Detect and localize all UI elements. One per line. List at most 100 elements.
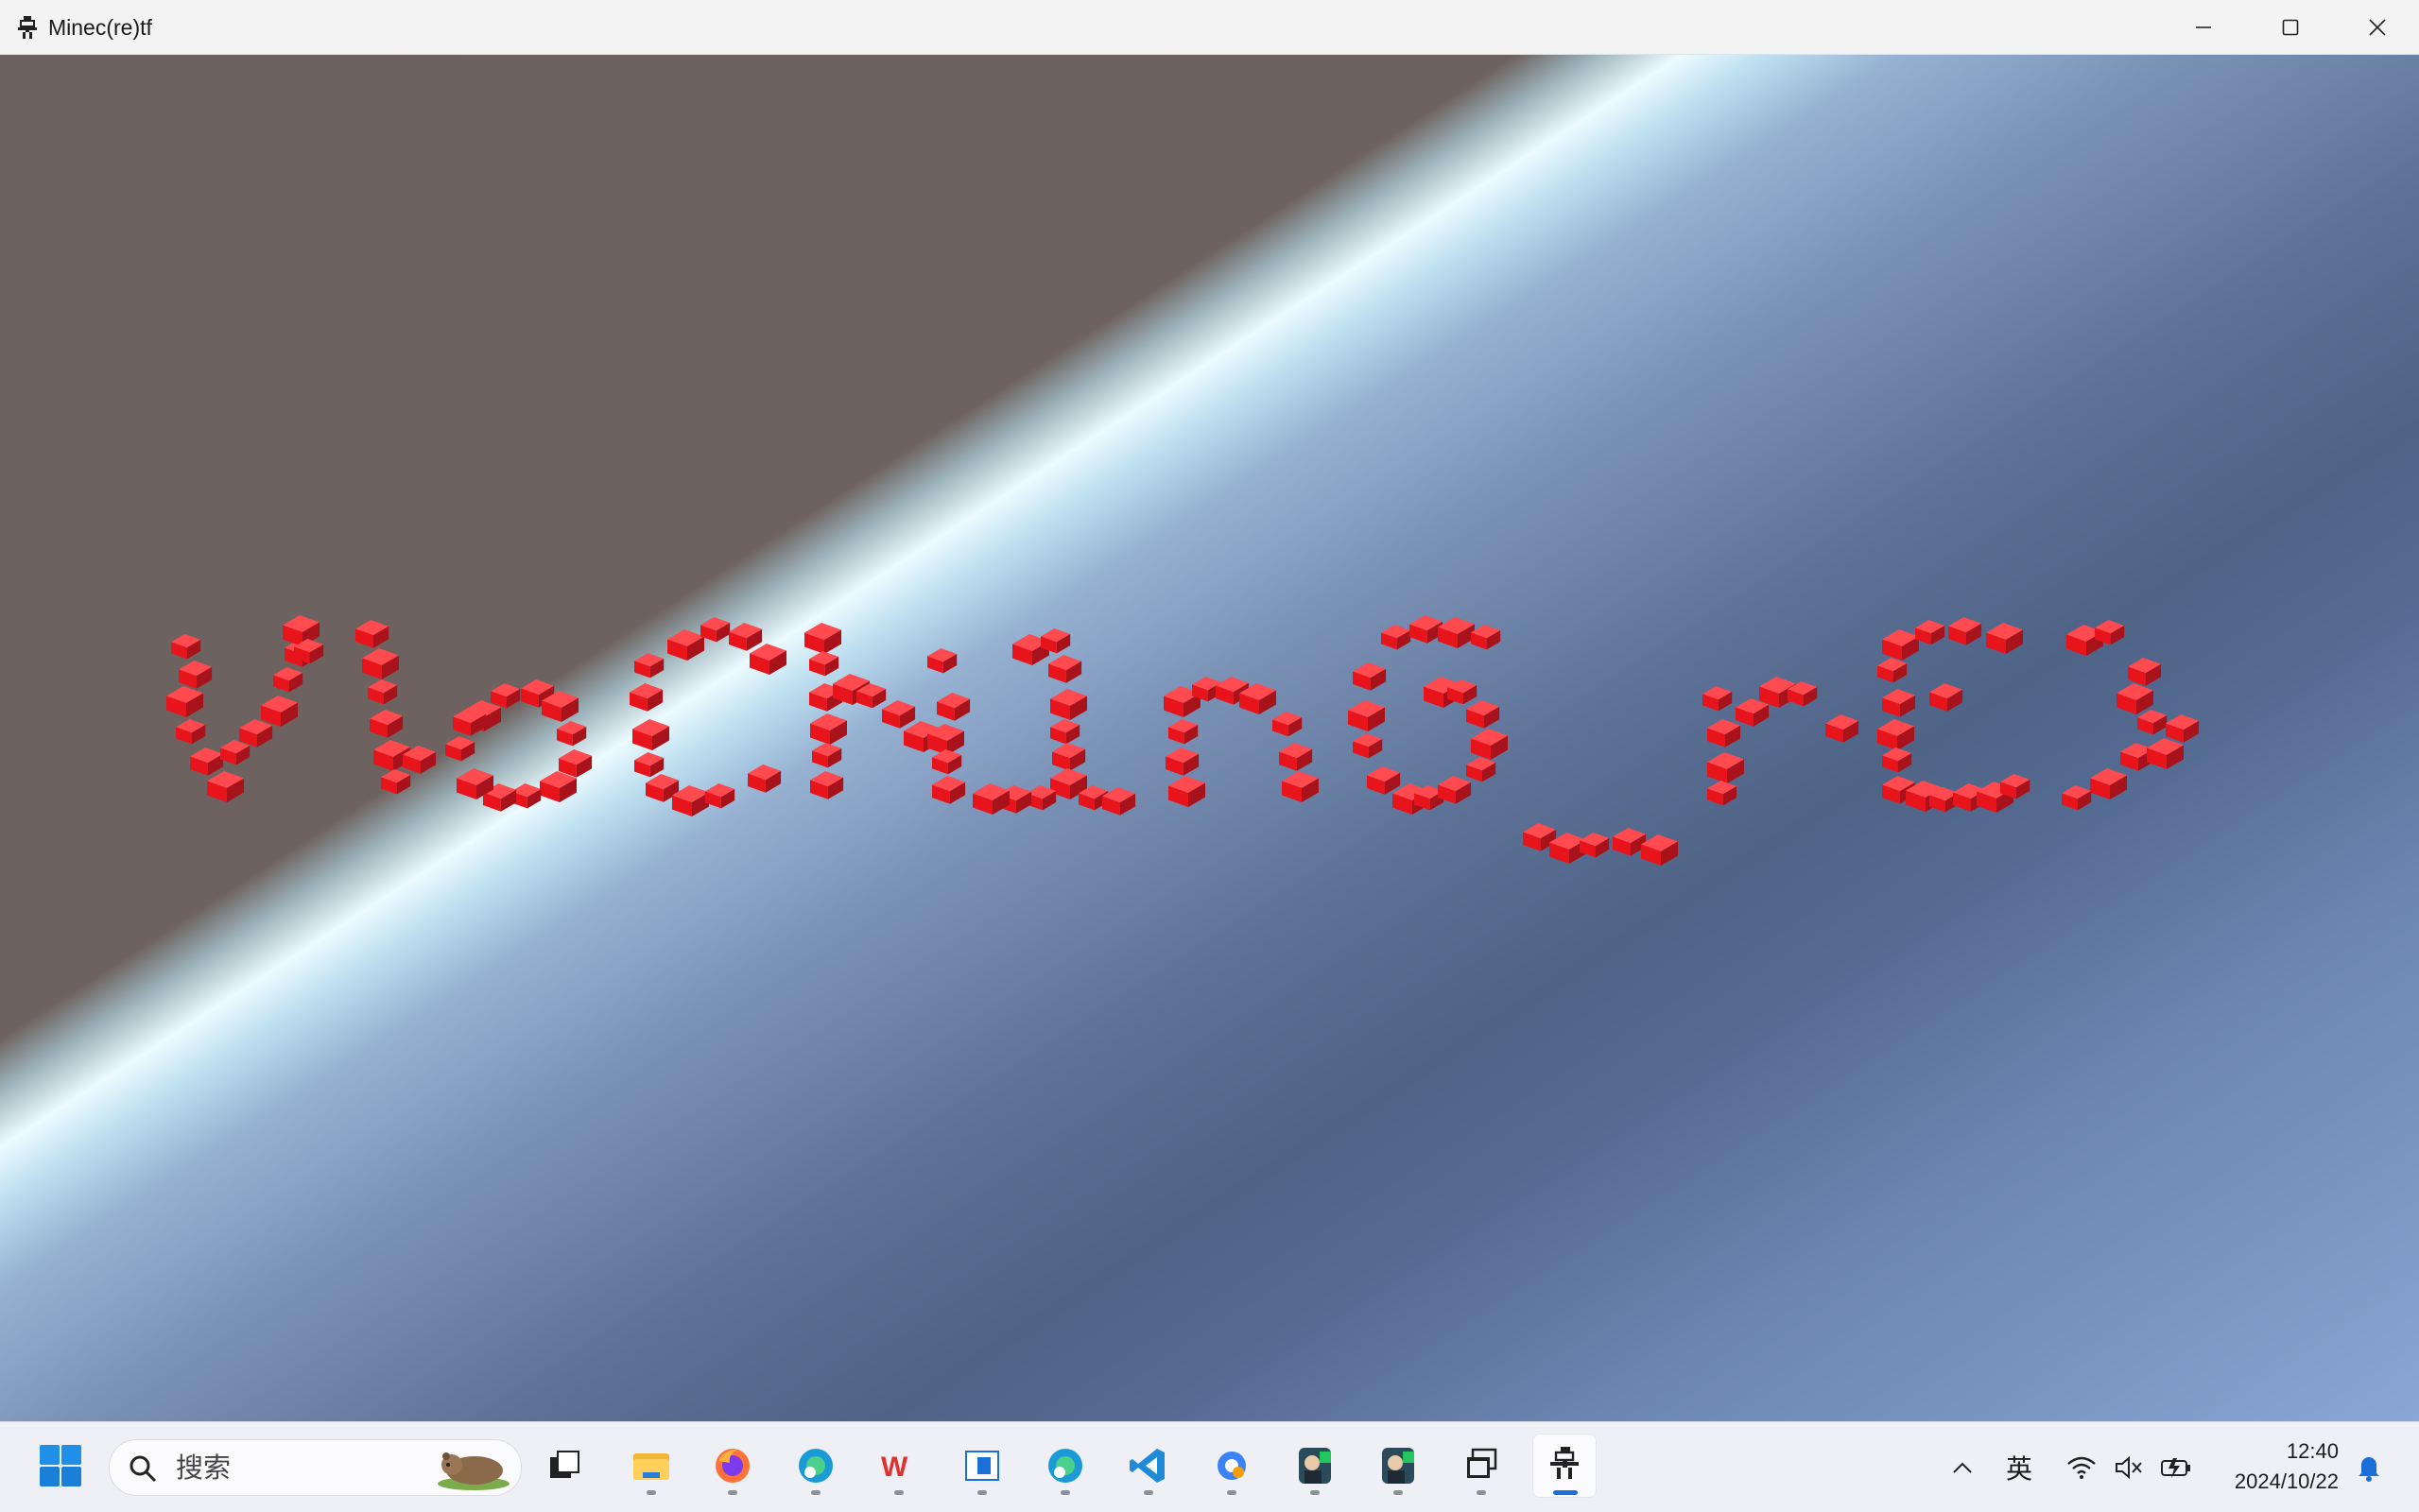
voxel-block bbox=[1882, 689, 1916, 717]
voxel-block bbox=[667, 629, 704, 661]
start-button[interactable] bbox=[28, 1434, 93, 1498]
voxel-block bbox=[1353, 662, 1387, 691]
voxel-block bbox=[171, 634, 201, 660]
close-button[interactable] bbox=[2334, 0, 2419, 54]
robot-icon bbox=[1550, 1447, 1579, 1479]
voxel-block bbox=[809, 651, 839, 677]
running-indicator bbox=[1477, 1490, 1486, 1495]
taskbar-app-app-window[interactable] bbox=[950, 1434, 1014, 1498]
voxel-block bbox=[368, 679, 398, 705]
minimize-icon bbox=[2196, 26, 2211, 28]
voxel-block bbox=[1282, 771, 1319, 802]
clock-date: 2024/10/22 bbox=[2234, 1469, 2339, 1493]
wps-icon: W bbox=[881, 1452, 908, 1483]
voxel-block bbox=[1877, 658, 1908, 683]
voxel-block bbox=[1048, 655, 1082, 683]
running-indicator bbox=[647, 1490, 656, 1495]
voxel-block bbox=[1877, 719, 1914, 750]
taskbar-app-minecretf[interactable] bbox=[1532, 1434, 1597, 1498]
voxel-block bbox=[2147, 738, 2184, 769]
taskbar-app-wps-office[interactable]: W bbox=[867, 1434, 931, 1498]
voxel-block bbox=[932, 749, 962, 775]
app-robot-icon bbox=[18, 16, 37, 39]
taskbar-app-edge-profile[interactable] bbox=[784, 1434, 848, 1498]
chevron-up-icon bbox=[1953, 1462, 1972, 1473]
voxel-block bbox=[2166, 714, 2200, 743]
block-text-scene bbox=[166, 615, 2200, 866]
taskbar-app-portrait-app-2[interactable] bbox=[1366, 1434, 1430, 1498]
voxel-block bbox=[1381, 625, 1411, 650]
taskbar-app-settings-tool[interactable] bbox=[1200, 1434, 1264, 1498]
voxel-block bbox=[179, 661, 213, 689]
clock-time: 12:40 bbox=[2286, 1439, 2339, 1463]
wombat-illustration-icon bbox=[438, 1452, 510, 1490]
voxel-block bbox=[700, 617, 731, 643]
minimize-button[interactable] bbox=[2160, 0, 2247, 54]
search-input[interactable]: 搜索 bbox=[109, 1439, 522, 1496]
voxel-block bbox=[445, 736, 475, 762]
game-viewport[interactable] bbox=[0, 55, 2419, 1421]
voxel-block bbox=[1641, 834, 1678, 866]
voxel-block bbox=[630, 683, 664, 712]
voxel-block bbox=[370, 710, 404, 738]
running-indicator bbox=[811, 1490, 821, 1495]
volume-muted-icon bbox=[2116, 1455, 2142, 1479]
voxel-block bbox=[1050, 719, 1080, 745]
taskbar-app-edge-profile-2[interactable] bbox=[1033, 1434, 1097, 1498]
voxel-block bbox=[1825, 714, 1859, 743]
voxel-block bbox=[1168, 719, 1199, 745]
running-indicator bbox=[1310, 1490, 1320, 1495]
show-hidden-icons-button[interactable] bbox=[1944, 1422, 1981, 1512]
voxel-block bbox=[540, 771, 577, 802]
voxel-block bbox=[705, 783, 735, 809]
volume-status[interactable] bbox=[2108, 1422, 2150, 1512]
bell-icon bbox=[2359, 1456, 2379, 1482]
voxel-block bbox=[1279, 743, 1313, 771]
voxel-block bbox=[1471, 625, 1501, 650]
input-method-indicator[interactable]: 英 bbox=[1998, 1422, 2040, 1512]
voxel-block bbox=[381, 769, 411, 795]
voxel-block bbox=[1613, 828, 1647, 856]
search-icon bbox=[130, 1455, 157, 1483]
voxel-block bbox=[1882, 747, 1912, 773]
voxel-block bbox=[748, 765, 782, 793]
voxel-block bbox=[176, 719, 206, 745]
windows-stack-icon bbox=[1467, 1448, 1497, 1478]
taskbar-app-task-view[interactable] bbox=[532, 1434, 596, 1498]
voxel-block bbox=[190, 747, 224, 776]
voxel-block bbox=[491, 683, 521, 709]
maximize-icon bbox=[2282, 19, 2299, 35]
running-indicator bbox=[1553, 1490, 1578, 1495]
voxel-block bbox=[632, 719, 669, 750]
windows-logo-icon bbox=[40, 1445, 81, 1486]
running-indicator bbox=[728, 1490, 737, 1495]
taskbar-app-firefox[interactable] bbox=[700, 1434, 765, 1498]
taskbar-app-multi-window[interactable] bbox=[1449, 1434, 1513, 1498]
search-placeholder: 搜索 bbox=[176, 1452, 232, 1484]
voxel-block bbox=[810, 713, 847, 745]
svg-text:W: W bbox=[881, 1452, 908, 1483]
notifications-button[interactable] bbox=[2350, 1422, 2388, 1512]
voxel-block bbox=[220, 740, 251, 765]
battery-status[interactable] bbox=[2155, 1422, 2197, 1512]
voxel-block bbox=[557, 721, 587, 747]
voxel-block bbox=[2090, 768, 2127, 799]
voxel-block bbox=[559, 749, 593, 778]
clock[interactable]: 12:40 2024/10/22 bbox=[2203, 1422, 2354, 1512]
taskbar-app-portrait-app-1[interactable] bbox=[1283, 1434, 1347, 1498]
voxel-block bbox=[1702, 686, 1733, 712]
voxel-block bbox=[261, 696, 298, 727]
voxel-block bbox=[750, 644, 786, 675]
wifi-status[interactable] bbox=[2061, 1422, 2102, 1512]
taskbar-app-file-explorer[interactable] bbox=[619, 1434, 683, 1498]
running-indicator bbox=[894, 1490, 904, 1495]
running-indicator bbox=[1227, 1490, 1236, 1495]
maximize-button[interactable] bbox=[2247, 0, 2334, 54]
voxel-block bbox=[239, 719, 273, 747]
title-bar: Minec(re)tf bbox=[0, 0, 2419, 55]
voxel-block bbox=[1707, 752, 1744, 783]
voxel-block bbox=[1736, 698, 1770, 727]
taskbar-app-vscode[interactable] bbox=[1116, 1434, 1181, 1498]
voxel-block bbox=[1929, 683, 1963, 712]
voxel-block bbox=[812, 743, 842, 768]
